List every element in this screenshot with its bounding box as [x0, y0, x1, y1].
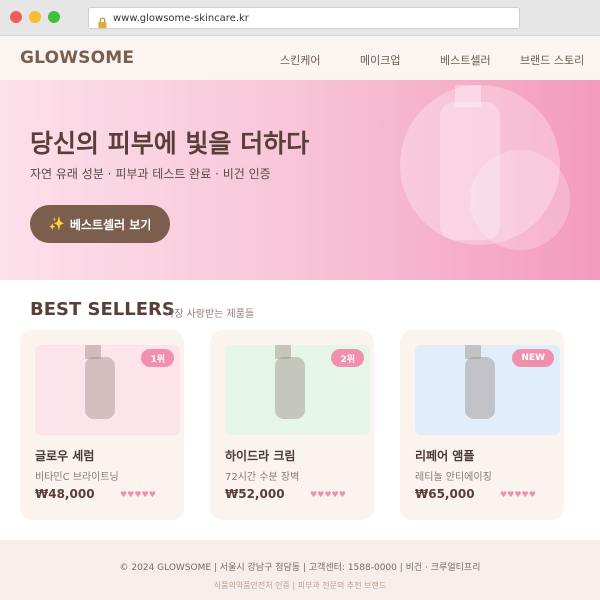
- rating-hearts: ♥♥♥♥♥: [120, 490, 156, 499]
- close-window-button[interactable]: [10, 11, 22, 23]
- bottle-icon: [275, 357, 305, 419]
- bestsellers-section: BEST SELLERS 가장 사랑받는 제품들 1위 글로우 세럼 비타민C …: [0, 280, 600, 540]
- bottle-illustration: [440, 102, 500, 240]
- hero-title: 당신의 피부에 빛을 더하다: [30, 129, 310, 158]
- product-description: 비타민C 브라이트닝: [35, 472, 119, 483]
- sparkle-icon: ✨: [48, 216, 65, 232]
- site-footer: © 2024 GLOWSOME | 서울시 강남구 청담동 | 고객센터: 15…: [0, 540, 600, 600]
- nav-item-skincare[interactable]: 스킨케어: [280, 52, 320, 68]
- rating-hearts: ♥♥♥♥♥: [310, 490, 346, 499]
- product-card-hydra-cream[interactable]: 2위 하이드라 크림 72시간 수분 장벽 ₩52,000 ♥♥♥♥♥: [210, 330, 374, 520]
- product-price: ₩65,000: [415, 487, 475, 501]
- product-card-glow-serum[interactable]: 1위 글로우 세럼 비타민C 브라이트닝 ₩48,000 ♥♥♥♥♥: [20, 330, 184, 520]
- new-badge: NEW: [512, 349, 554, 367]
- address-bar[interactable]: www.glowsome-skincare.kr: [88, 7, 520, 29]
- product-price: ₩52,000: [225, 487, 285, 501]
- nav-item-bestseller[interactable]: 베스트셀러: [440, 52, 491, 68]
- bottle-icon: [85, 357, 115, 419]
- product-description: 72시간 수분 장벽: [225, 472, 300, 483]
- hero-banner: 당신의 피부에 빛을 더하다 자연 유래 성분 · 피부과 테스트 완료 · 비…: [0, 80, 600, 280]
- rank-badge: 2위: [331, 349, 364, 367]
- product-name[interactable]: 리페어 앰플: [415, 447, 474, 464]
- site-header: GLOWSOME 스킨케어 메이크업 베스트셀러 브랜드 스토리: [0, 37, 600, 80]
- section-title: BEST SELLERS: [30, 299, 175, 320]
- rank-badge: 1위: [141, 349, 174, 367]
- brand-logo[interactable]: GLOWSOME: [20, 48, 134, 68]
- product-description: 레티놀 안티에이징: [415, 472, 492, 483]
- product-name[interactable]: 하이드라 크림: [225, 447, 295, 464]
- section-subtitle: 가장 사랑받는 제품들: [165, 309, 255, 320]
- footer-company-info: © 2024 GLOWSOME | 서울시 강남구 청담동 | 고객센터: 15…: [119, 563, 481, 573]
- product-name[interactable]: 글로우 세럼: [35, 447, 94, 464]
- product-price: ₩48,000: [35, 487, 95, 501]
- view-bestsellers-button[interactable]: ✨ 베스트셀러 보기: [30, 205, 170, 243]
- view-bestsellers-label: 베스트셀러 보기: [69, 217, 152, 232]
- rating-hearts: ♥♥♥♥♥: [500, 490, 536, 499]
- browser-chrome: www.glowsome-skincare.kr: [0, 0, 600, 36]
- url-text: www.glowsome-skincare.kr: [113, 12, 249, 24]
- bottle-icon: [465, 357, 495, 419]
- hero-subtitle: 자연 유래 성분 · 피부과 테스트 완료 · 비건 인증: [30, 167, 271, 181]
- lock-icon: [97, 13, 108, 28]
- minimize-window-button[interactable]: [29, 11, 41, 23]
- nav-item-brand-story[interactable]: 브랜드 스토리: [520, 52, 584, 68]
- footer-certification: 식품의약품안전처 인증 | 피부과 전문의 추천 브랜드: [213, 581, 387, 590]
- product-card-repair-ampoule[interactable]: NEW 리페어 앰플 레티놀 안티에이징 ₩65,000 ♥♥♥♥♥: [400, 330, 564, 520]
- nav-item-makeup[interactable]: 메이크업: [360, 52, 400, 68]
- maximize-window-button[interactable]: [48, 11, 60, 23]
